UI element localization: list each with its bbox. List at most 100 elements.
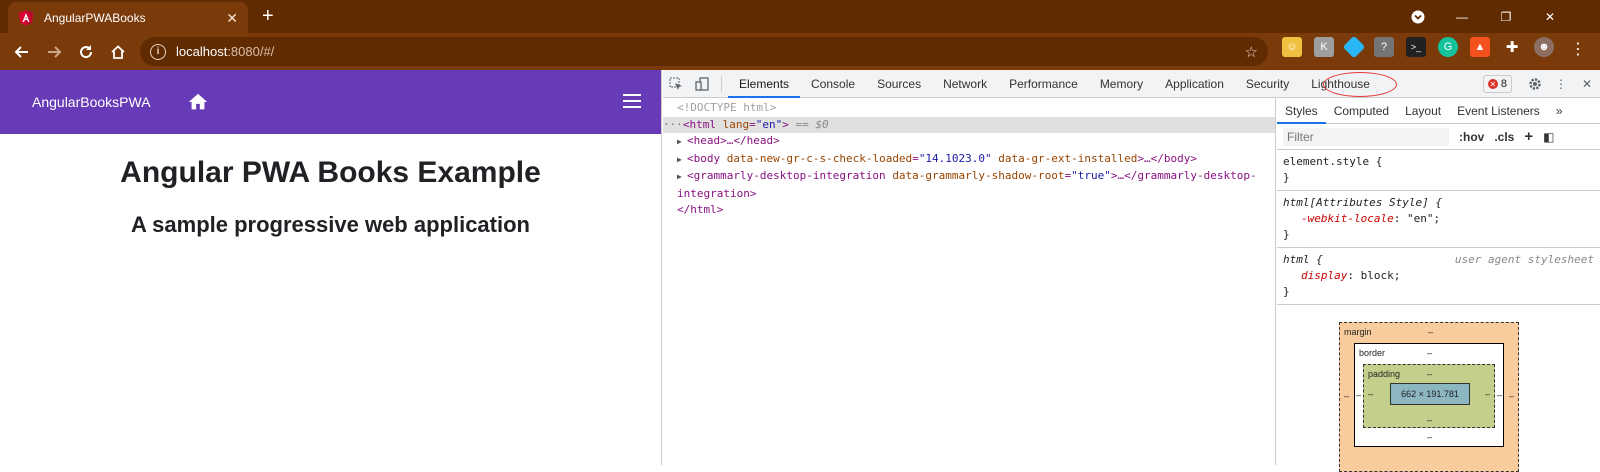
close-devtools-icon[interactable]: ✕ bbox=[1574, 71, 1600, 97]
class-toggle[interactable]: .cls bbox=[1494, 130, 1514, 144]
more-tabs-icon[interactable]: » bbox=[1548, 98, 1571, 124]
browser-menu-icon[interactable]: ⋮ bbox=[1570, 42, 1586, 58]
window-controls: — ❐ ✕ bbox=[1396, 0, 1572, 33]
url-host: localhost bbox=[176, 44, 228, 59]
angular-logo-icon bbox=[19, 10, 33, 25]
profile-menu-icon[interactable] bbox=[1396, 10, 1440, 24]
extension-rocket-icon[interactable]: ▲ bbox=[1470, 37, 1490, 57]
error-count: 8 bbox=[1500, 78, 1507, 90]
forward-button[interactable] bbox=[38, 36, 70, 68]
extension-k-icon[interactable]: K bbox=[1314, 37, 1334, 57]
devtools-actions: ✕ 8 ⋮ ✕ bbox=[1482, 70, 1600, 98]
error-count-badge[interactable]: ✕ 8 bbox=[1482, 75, 1512, 93]
browser-tab[interactable]: AngularPWABooks ✕ bbox=[8, 2, 248, 33]
dom-node-html-selected[interactable]: ···<html lang="en"> == $0 bbox=[663, 116, 1275, 133]
tab-event-listeners[interactable]: Event Listeners bbox=[1449, 98, 1548, 124]
style-rule-element[interactable]: element.style { } bbox=[1277, 150, 1600, 191]
url-path: :8080/#/ bbox=[227, 44, 275, 59]
reload-button[interactable] bbox=[70, 36, 102, 68]
tab-console[interactable]: Console bbox=[800, 70, 866, 98]
inspect-element-icon[interactable] bbox=[663, 71, 689, 97]
expand-triangle-icon[interactable]: ▶ bbox=[677, 152, 687, 169]
hamburger-menu-icon[interactable] bbox=[623, 94, 641, 112]
expand-triangle-icon[interactable]: ▶ bbox=[677, 169, 687, 186]
dom-node-body[interactable]: ▶ <body data-new-gr-c-s-check-loaded="14.… bbox=[663, 151, 1275, 169]
extensions-area: ☺ K ? >_ G ▲ ✚ ☻ bbox=[1278, 35, 1558, 59]
back-button[interactable] bbox=[6, 36, 38, 68]
home-icon[interactable] bbox=[187, 91, 209, 113]
styles-tab-bar: Styles Computed Layout Event Listeners » bbox=[1277, 98, 1600, 124]
browser-tab-bar: AngularPWABooks ✕ + — ❐ ✕ bbox=[0, 0, 1600, 33]
profile-avatar-icon[interactable]: ☻ bbox=[1534, 37, 1554, 57]
app-page: AngularBooksPWA Angular PWA Books Exampl… bbox=[0, 70, 662, 465]
extension-terminal-icon[interactable]: >_ bbox=[1406, 37, 1426, 57]
arrow-right-icon bbox=[48, 45, 62, 58]
tab-sources[interactable]: Sources bbox=[866, 70, 932, 98]
styles-filter-bar: :hov .cls + ◧ bbox=[1277, 124, 1600, 150]
dom-html-close[interactable]: </html> bbox=[663, 202, 1275, 219]
dom-node-grammarly-cont: integration> bbox=[677, 186, 757, 200]
tab-lighthouse[interactable]: Lighthouse bbox=[1300, 70, 1381, 98]
tab-security[interactable]: Security bbox=[1235, 70, 1300, 98]
reload-icon bbox=[80, 44, 93, 58]
extension-diamond-icon[interactable] bbox=[1342, 35, 1366, 59]
tab-close-icon[interactable]: ✕ bbox=[226, 11, 238, 25]
page-title: Angular PWA Books Example bbox=[120, 156, 541, 189]
tab-memory[interactable]: Memory bbox=[1089, 70, 1154, 98]
toolbar-divider bbox=[721, 75, 722, 92]
style-rule-user-agent[interactable]: html { user agent stylesheet display: bl… bbox=[1277, 248, 1600, 305]
style-rule-attributes[interactable]: html[Attributes Style] { -webkit-locale:… bbox=[1277, 191, 1600, 248]
extensions-puzzle-icon[interactable]: ✚ bbox=[1502, 37, 1522, 57]
tab-computed[interactable]: Computed bbox=[1326, 98, 1397, 124]
address-bar[interactable]: i localhost:8080/#/ ☆ bbox=[140, 37, 1268, 66]
extension-avatar-icon[interactable]: ☺ bbox=[1282, 37, 1302, 57]
box-model-padding: padding – – – – 662 × 191.781 bbox=[1363, 364, 1495, 428]
tab-elements[interactable]: Elements bbox=[728, 70, 801, 98]
device-toolbar-icon[interactable] bbox=[689, 71, 715, 97]
minimize-button[interactable]: — bbox=[1440, 10, 1484, 24]
tab-network[interactable]: Network bbox=[932, 70, 998, 98]
page-subtitle: A sample progressive web application bbox=[131, 212, 530, 237]
devtools-tab-bar: Elements Console Sources Network Perform… bbox=[663, 70, 1600, 98]
home-outline-icon bbox=[111, 44, 125, 59]
dom-doctype[interactable]: <!DOCTYPE html> bbox=[663, 100, 1275, 117]
devtools-menu-icon[interactable]: ⋮ bbox=[1548, 71, 1574, 97]
expand-triangle-icon[interactable]: ▶ bbox=[677, 134, 687, 151]
bookmark-star-icon[interactable]: ☆ bbox=[1245, 43, 1258, 61]
add-rule-icon[interactable]: + bbox=[1524, 128, 1533, 145]
error-icon: ✕ bbox=[1487, 79, 1498, 89]
browser-toolbar: i localhost:8080/#/ ☆ ☺ K ? >_ G ▲ ✚ ☻ ⋮ bbox=[0, 33, 1600, 70]
site-info-icon[interactable]: i bbox=[150, 43, 166, 60]
restore-button[interactable]: ❐ bbox=[1484, 10, 1528, 24]
box-model-content-size: 662 × 191.781 bbox=[1390, 383, 1470, 405]
ellipsis-icon: ··· bbox=[663, 117, 683, 131]
styles-filter-input[interactable] bbox=[1283, 127, 1449, 146]
tab-styles[interactable]: Styles bbox=[1277, 98, 1326, 124]
styles-pane: Styles Computed Layout Event Listeners »… bbox=[1277, 98, 1600, 472]
margin-label: margin bbox=[1344, 327, 1372, 337]
dom-node-grammarly[interactable]: ▶ <grammarly-desktop-integration data-gra… bbox=[663, 168, 1275, 186]
devtools-panel: Elements Console Sources Network Perform… bbox=[663, 70, 1600, 472]
rule-origin: user agent stylesheet bbox=[1454, 253, 1594, 266]
app-toolbar: AngularBooksPWA bbox=[0, 70, 661, 134]
box-model-border: border – – – – padding – – – – 662 × 191… bbox=[1354, 343, 1504, 447]
extension-unknown-icon[interactable]: ? bbox=[1374, 37, 1394, 57]
box-model-diagram: margin – – – border – – – – padding – – … bbox=[1339, 322, 1519, 472]
selected-node-marker: == $0 bbox=[788, 117, 829, 131]
close-window-button[interactable]: ✕ bbox=[1528, 10, 1572, 24]
grammarly-extension-icon[interactable]: G bbox=[1438, 37, 1458, 57]
elements-dom-tree: <!DOCTYPE html> ···<html lang="en"> == $… bbox=[663, 98, 1276, 465]
dom-node-head[interactable]: ▶ <head>…</head> bbox=[663, 133, 1275, 151]
tab-application[interactable]: Application bbox=[1154, 70, 1235, 98]
new-tab-button[interactable]: + bbox=[262, 6, 274, 26]
hover-state-toggle[interactable]: :hov bbox=[1459, 130, 1484, 144]
padding-label: padding bbox=[1368, 369, 1401, 379]
tab-performance[interactable]: Performance bbox=[998, 70, 1089, 98]
app-brand[interactable]: AngularBooksPWA bbox=[32, 94, 151, 110]
toggle-sidebar-icon[interactable]: ◧ bbox=[1543, 130, 1554, 144]
tab-title: AngularPWABooks bbox=[44, 10, 146, 25]
settings-gear-icon[interactable] bbox=[1522, 71, 1548, 97]
tab-layout[interactable]: Layout bbox=[1397, 98, 1449, 124]
home-button[interactable] bbox=[102, 36, 134, 68]
border-label: border bbox=[1359, 348, 1386, 358]
